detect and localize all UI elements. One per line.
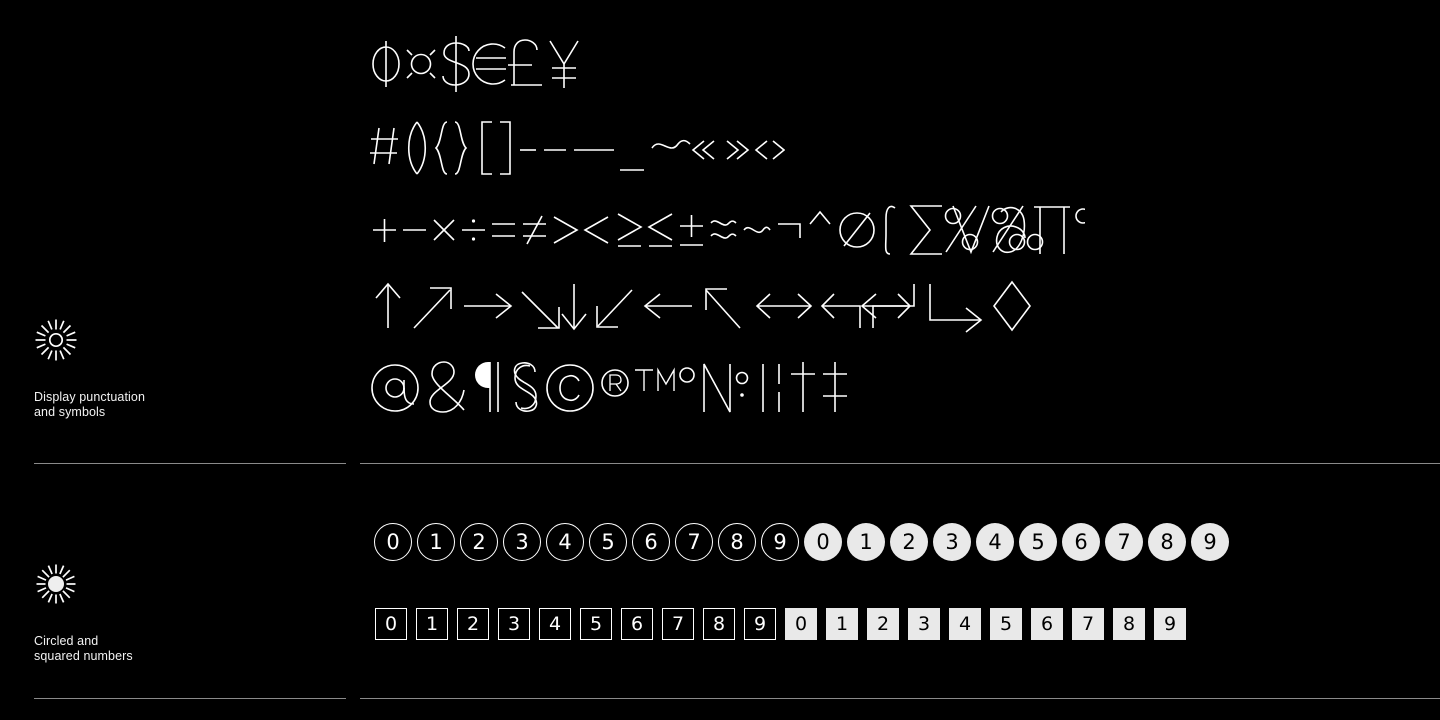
squared-number-filled: 0 xyxy=(785,608,817,640)
bar-dagger-row xyxy=(762,362,847,412)
section-numbers-meta: Circled and squared numbers xyxy=(34,562,314,664)
circled-number-filled: 8 xyxy=(1148,523,1186,561)
section-circled-squared-numbers: Circled and squared numbers xyxy=(0,466,1440,700)
squared-number-outline: 1 xyxy=(416,608,448,640)
squared-number-filled: 6 xyxy=(1031,608,1063,640)
circled-number-filled: 4 xyxy=(976,523,1014,561)
circled-number-outline: 5 xyxy=(589,523,627,561)
squared-number-filled: 4 xyxy=(949,608,981,640)
circled-number-outline: 1 xyxy=(417,523,455,561)
squared-number-outline: 6 xyxy=(621,608,653,640)
circled-number-outline: 8 xyxy=(718,523,756,561)
section-display-meta: Display punctuation and symbols xyxy=(34,318,314,420)
circled-number-outline: 3 xyxy=(503,523,541,561)
squared-number-filled: 2 xyxy=(867,608,899,640)
circled-number-outline: 6 xyxy=(632,523,670,561)
squared-number-outline: 5 xyxy=(580,608,612,640)
squared-number-filled: 9 xyxy=(1154,608,1186,640)
punctuation-symbols-row xyxy=(370,121,785,175)
circled-number-outline: 2 xyxy=(460,523,498,561)
divider-middle-right xyxy=(360,463,1440,464)
sun-outline-icon xyxy=(35,319,77,361)
squared-number-filled: 5 xyxy=(990,608,1022,640)
squared-number-outline: 4 xyxy=(539,608,571,640)
section-numbers-label: Circled and squared numbers xyxy=(34,634,133,663)
squared-number-outline: 0 xyxy=(375,608,407,640)
circled-number-filled: 6 xyxy=(1062,523,1100,561)
circled-number-outline: 0 xyxy=(374,523,412,561)
squared-number-filled: 1 xyxy=(826,608,858,640)
squared-number-filled: 3 xyxy=(908,608,940,640)
circled-number-filled: 5 xyxy=(1019,523,1057,561)
circled-number-filled: 7 xyxy=(1105,523,1143,561)
circled-number-filled: 2 xyxy=(890,523,928,561)
squared-number-filled: 7 xyxy=(1072,608,1104,640)
circled-number-filled: 3 xyxy=(933,523,971,561)
squared-numbers-row: 0 1 2 3 4 5 6 7 8 9 0 1 2 3 4 5 6 7 8 9 xyxy=(375,608,1195,640)
circled-number-filled: 0 xyxy=(804,523,842,561)
currency-symbols-row xyxy=(372,36,579,92)
specimen-page: Display punctuation and symbols Circled … xyxy=(0,0,1440,720)
circled-number-filled: 1 xyxy=(847,523,885,561)
circled-number-outline: 7 xyxy=(675,523,713,561)
squared-number-outline: 7 xyxy=(662,608,694,640)
arrow-symbols-row-cont xyxy=(860,280,1031,333)
divider-bottom-left xyxy=(34,698,346,699)
squared-number-filled: 8 xyxy=(1113,608,1145,640)
circled-number-outline: 9 xyxy=(761,523,799,561)
divider-bottom-right xyxy=(360,698,1440,699)
sun-filled-icon xyxy=(36,564,76,604)
percent-permille-row xyxy=(944,205,1044,253)
section-display-punctuation: Display punctuation and symbols xyxy=(0,0,1440,466)
squared-number-outline: 3 xyxy=(498,608,530,640)
squared-number-outline: 2 xyxy=(457,608,489,640)
divider-middle-left xyxy=(34,463,346,464)
squared-number-outline: 8 xyxy=(703,608,735,640)
section-display-label: Display punctuation and symbols xyxy=(34,390,145,419)
circled-number-filled: 9 xyxy=(1191,523,1229,561)
squared-number-outline: 9 xyxy=(744,608,776,640)
circled-number-outline: 4 xyxy=(546,523,584,561)
reference-symbols-row xyxy=(371,361,749,413)
circled-numbers-row: 0 1 2 3 4 5 6 7 8 9 0 1 2 3 4 5 6 7 8 9 xyxy=(374,523,1234,561)
